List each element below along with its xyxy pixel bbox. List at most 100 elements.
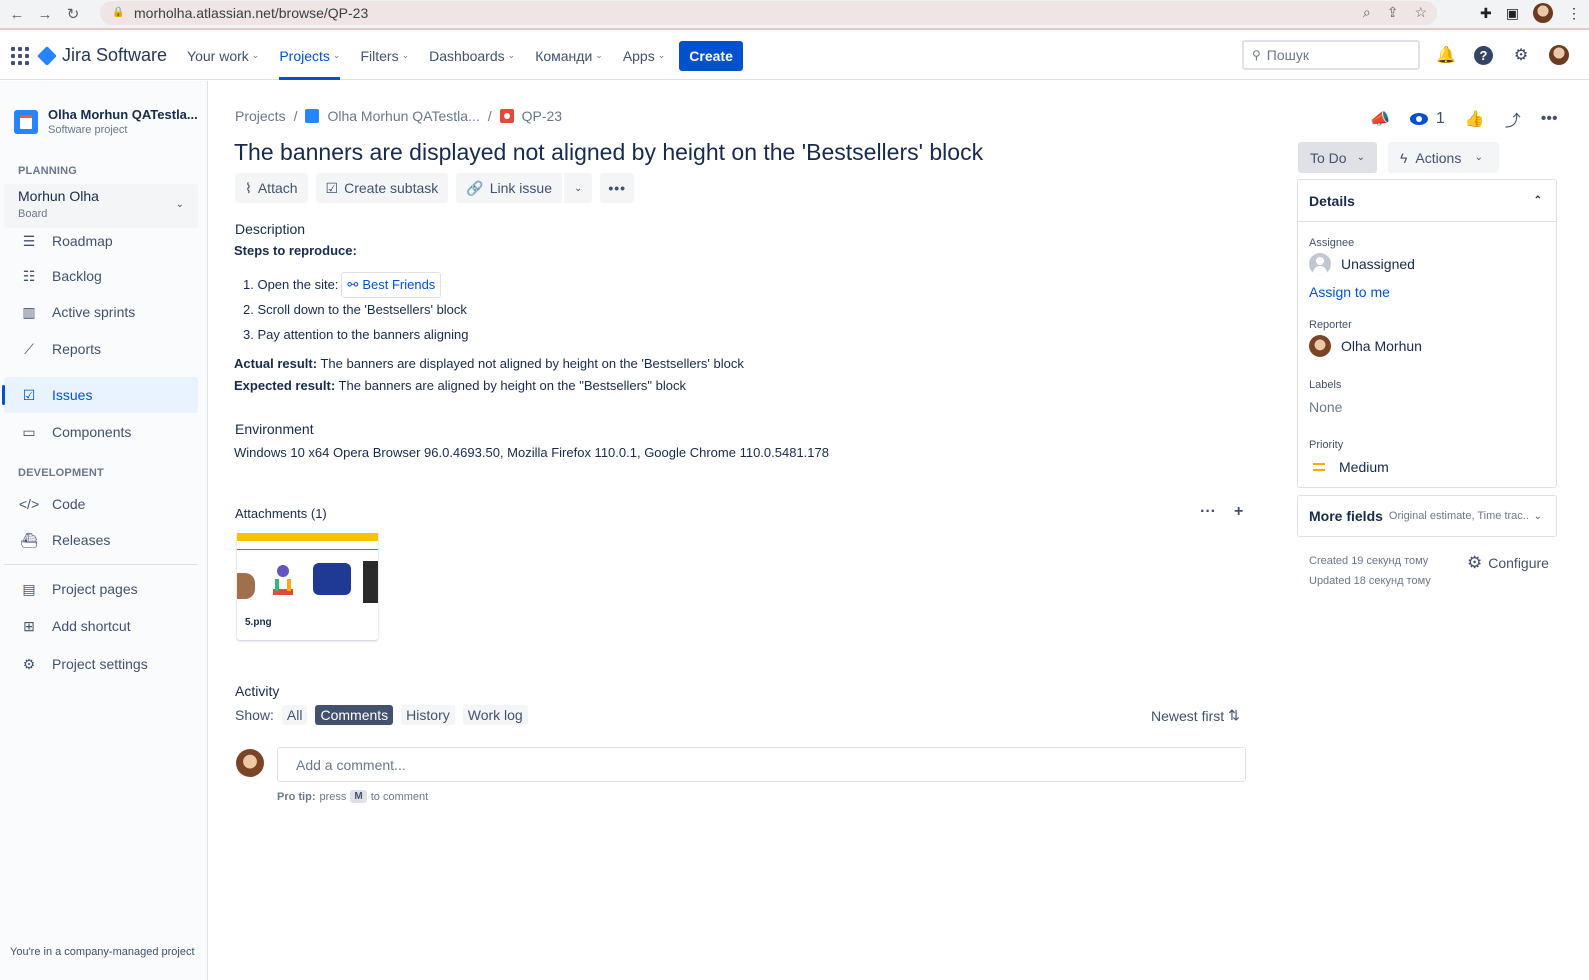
settings-gear-icon[interactable]: ⚙ [1511,45,1531,65]
pro-tip: Pro tip: press M to comment [277,790,428,803]
reload-icon[interactable]: ↻ [62,3,84,25]
nav-teams[interactable]: Команди ⌄ [535,32,603,80]
sidebar-item-issues[interactable]: ☑ Issues [2,377,198,413]
assignee-field[interactable]: Unassigned [1309,253,1415,275]
details-header[interactable]: Details ⌃ [1298,180,1556,222]
nav-apps[interactable]: Apps ⌄ [623,32,665,80]
tab-work-log[interactable]: Work log [462,705,528,725]
sidebar-item-backlog[interactable]: ☷ Backlog [4,258,198,294]
create-button[interactable]: Create [679,40,743,71]
help-icon[interactable]: ? [1474,45,1493,65]
feedback-megaphone-icon[interactable]: 📣 [1370,109,1390,129]
tab-all[interactable]: All [281,705,308,725]
link-issue-dropdown[interactable]: ⌄ [562,173,593,203]
sidebar-item-components[interactable]: ▭ Components [4,414,198,450]
side-panel-icon[interactable]: ▣ [1506,5,1519,22]
attach-button[interactable]: ⌇ Attach [235,173,308,203]
more-fields-panel[interactable]: More fields Original estimate, Time trac… [1297,495,1557,537]
best-friends-link[interactable]: ⚯ Best Friends [341,271,442,298]
nav-your-work[interactable]: Your work ⌄ [187,32,259,80]
sidebar-item-project-settings[interactable]: ⚙ Project settings [4,646,198,682]
reporter-field[interactable]: Olha Morhun [1309,335,1422,357]
extensions-icon[interactable]: ✚ [1480,5,1492,22]
step-text: Open the site: [257,276,339,292]
user-avatar[interactable] [1549,45,1569,65]
create-subtask-button[interactable]: ☑ Create subtask [315,173,449,203]
sidebar-item-releases[interactable]: ⛴ Releases [4,522,198,558]
backlog-icon: ☷ [22,267,36,284]
steps-list: 1. Open the site: ⚯ Best Friends 2. Scro… [243,271,469,347]
sidebar-item-active-sprints[interactable]: ▥ Active sprints [4,294,198,330]
nav-filters[interactable]: Filters ⌄ [360,32,409,80]
labels-field[interactable]: None [1309,399,1342,415]
sidebar-item-project-pages[interactable]: ▤ Project pages [4,571,198,607]
assignee-value: Unassigned [1341,256,1415,272]
priority-medium-icon [1313,463,1325,471]
nav-projects[interactable]: Projects ⌄ [279,32,341,80]
actions-dropdown[interactable]: ϟ Actions ⌄ [1388,142,1499,173]
jira-logo[interactable]: Jira Software [37,45,167,66]
breadcrumb-issue-key[interactable]: QP-23 [522,108,562,124]
breadcrumb: Projects / Olha Morhun QATestla... / QP-… [235,108,562,124]
company-managed-note[interactable]: You're in a company-managed project [10,946,195,958]
more-icon[interactable]: ··· [1200,503,1216,521]
back-icon[interactable]: ← [6,3,28,25]
tab-history[interactable]: History [401,705,455,725]
sidebar-item-label: Reports [52,341,102,357]
watch-button[interactable]: 1 [1409,110,1445,128]
sidebar-item-label: Active sprints [52,304,136,320]
search-input[interactable]: ⚲ Пошук [1242,40,1420,70]
browser-menu-icon[interactable]: ⋮ [1567,5,1581,22]
more-icon: ••• [608,180,627,196]
address-bar[interactable]: 🔒 morholha.atlassian.net/browse/QP-23 ⌕ … [100,1,1437,25]
comment-input[interactable]: Add a comment... [277,747,1246,782]
list-item: 2. Scroll down to the 'Bestsellers' bloc… [243,297,469,322]
environment-value[interactable]: Windows 10 x64 Opera Browser 96.0.4693.5… [234,445,829,460]
attachment-thumbnail[interactable]: 5.png [237,531,378,640]
app-switcher-icon[interactable] [10,46,30,66]
step-number: 3. [243,326,254,342]
share-icon[interactable]: ⇪ [1387,4,1399,21]
board-selector[interactable]: Morhun Olha Board ⌄ [4,184,198,228]
chevron-down-icon: ⌄ [401,50,410,60]
link-issue-button[interactable]: 🔗 Link issue [456,173,562,203]
sidebar-item-reports[interactable]: ⟋ Reports [4,331,198,367]
thumbs-up-icon[interactable]: 👍 [1465,109,1485,129]
chevron-down-icon: ⌄ [251,50,260,60]
address-bar-icons: ⌕ ⇪ ☆ [1363,4,1427,21]
sidebar-item-add-shortcut[interactable]: ⊞ Add shortcut [4,608,198,644]
chevron-down-icon: ⌄ [1356,152,1365,163]
add-icon[interactable]: + [1234,503,1243,521]
tab-comments[interactable]: Comments [315,705,394,725]
actual-result-text: The banners are displayed not aligned by… [320,356,744,371]
attach-label: Attach [257,180,298,196]
more-icon[interactable]: ••• [1541,110,1558,128]
issue-title[interactable]: The banners are displayed not aligned by… [234,139,983,166]
breadcrumb-projects[interactable]: Projects [235,108,286,124]
assign-to-me-link[interactable]: Assign to me [1309,284,1390,300]
board-name: Morhun Olha [18,188,99,204]
project-header[interactable]: Olha Morhun QATestla... Software project [14,107,198,136]
status-dropdown[interactable]: To Do ⌄ [1298,142,1377,173]
forward-icon[interactable]: → [34,3,56,25]
share-icon[interactable]: ⤴ [1505,107,1521,131]
zoom-icon[interactable]: ⌕ [1363,4,1371,21]
reporter-label: Reporter [1309,319,1352,331]
notifications-icon[interactable]: 🔔 [1436,45,1456,65]
link-text: Best Friends [362,276,436,292]
watchers-count: 1 [1435,110,1445,127]
chevron-down-icon: ⌄ [507,50,516,60]
sort-button[interactable]: Newest first ⇅ [1151,707,1240,724]
components-icon: ▭ [22,423,36,440]
breadcrumb-project[interactable]: Olha Morhun QATestla... [327,108,479,124]
sidebar-divider [4,564,198,565]
more-actions-button[interactable]: ••• [600,173,635,203]
browser-profile-avatar[interactable] [1533,3,1553,23]
bookmark-star-icon[interactable]: ☆ [1414,4,1427,21]
sidebar-item-code[interactable]: </> Code [4,486,198,522]
keyboard-shortcut-key: M [350,790,367,803]
configure-button[interactable]: ⚙ Configure [1467,553,1549,573]
sidebar-item-roadmap[interactable]: ☰ Roadmap [4,223,198,259]
priority-field[interactable]: Medium [1309,459,1389,475]
nav-dashboards[interactable]: Dashboards ⌄ [429,32,515,80]
